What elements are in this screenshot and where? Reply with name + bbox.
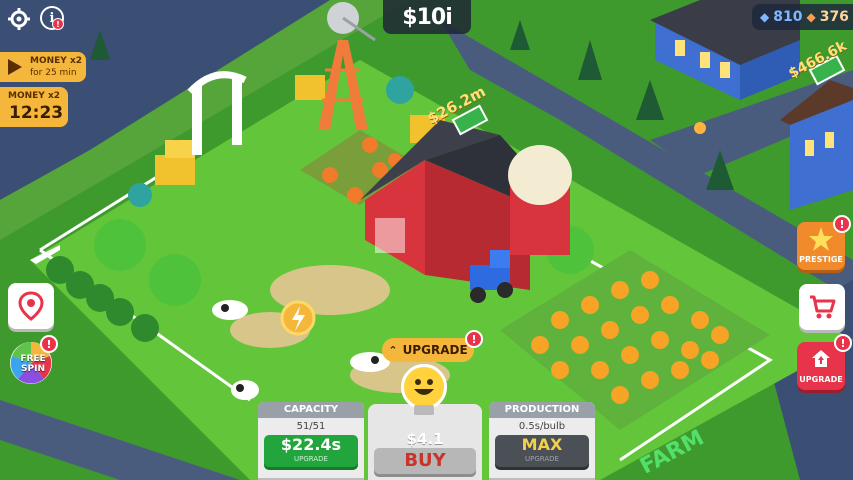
capacity-upgrade-label: UPGRADE — [294, 455, 328, 463]
prestige-alert-badge: ! — [833, 215, 851, 233]
upgrade-side-label: UPGRADE — [799, 375, 843, 384]
lightbulb-base — [414, 405, 434, 415]
map-button[interactable] — [8, 283, 54, 329]
house-up-icon — [812, 350, 830, 367]
map-pin-icon — [18, 291, 44, 321]
shop-button[interactable] — [799, 284, 845, 330]
active-boost-title: MONEY x2 — [8, 91, 61, 101]
capacity-title: CAPACITY — [258, 402, 364, 418]
capacity-panel: CAPACITY 51/51 $22.4s UPGRADE — [258, 402, 364, 480]
ad-boost-subtitle: for 25 min — [30, 68, 77, 78]
capacity-price: $22.4s — [280, 435, 342, 454]
shopping-cart-icon — [810, 295, 836, 319]
building-upgrade-tag[interactable]: ⌃ UPGRADE — [382, 338, 474, 362]
buy-cost: $4.1 — [406, 430, 444, 448]
star-icon — [809, 227, 833, 251]
production-rate-upgrade-button[interactable]: MAX UPGRADE — [495, 435, 589, 467]
free-spin-alert-badge: ! — [40, 335, 58, 353]
gear-icon — [8, 8, 30, 30]
settings-button[interactable] — [6, 6, 32, 32]
production-rate-value: 0.5s/bulb — [518, 421, 566, 432]
currency-bar[interactable]: ◆ 810 ◆ 376 — [752, 4, 853, 30]
street-lamp — [694, 122, 706, 134]
building-upgrade-label: UPGRADE — [402, 343, 468, 357]
ad-money-boost-button[interactable]: MONEY x2 for 25 min — [0, 52, 86, 82]
ad-play-icon — [8, 59, 22, 75]
upgrade-alert-badge: ! — [834, 334, 852, 352]
gem-count: 810 — [773, 9, 803, 25]
money-counter: $10i — [383, 0, 471, 34]
production-rate-upgrade-label: UPGRADE — [525, 455, 559, 463]
gem-icon: ◆ — [760, 10, 770, 24]
building-upgrade-alert-badge: ! — [465, 330, 483, 348]
capacity-upgrade-button[interactable]: $22.4s UPGRADE — [264, 435, 358, 467]
production-rate-title: PRODUCTION RATE — [489, 402, 595, 431]
active-boost-timer: 12:23 — [9, 103, 64, 123]
game-screen: $26.2m $466.6k FARM i ! $10i ◆ 810 ◆ 376… — [0, 0, 853, 480]
prestige-label: PRESTIGE — [799, 255, 843, 264]
info-alert-badge: ! — [52, 18, 64, 30]
ticket-icon: ◆ — [806, 10, 816, 24]
capacity-value: 51/51 — [296, 421, 326, 432]
lightbulb-mascot-icon — [401, 364, 447, 410]
free-spin-label: FREE SPIN — [20, 354, 46, 374]
production-rate-price: MAX — [521, 435, 563, 454]
active-money-boost: MONEY x2 12:23 — [0, 87, 68, 127]
buy-panel: $4.1 BUY — [368, 404, 482, 480]
silo — [508, 145, 572, 255]
buy-button[interactable]: BUY — [374, 448, 476, 474]
lightning-coin — [280, 300, 316, 336]
ticket-count: 376 — [819, 9, 849, 25]
production-rate-panel: PRODUCTION RATE 0.5s/bulb MAX UPGRADE — [489, 402, 595, 480]
ad-boost-title: MONEY x2 — [30, 56, 83, 66]
double-chevron-up-icon: ⌃ — [388, 343, 398, 357]
